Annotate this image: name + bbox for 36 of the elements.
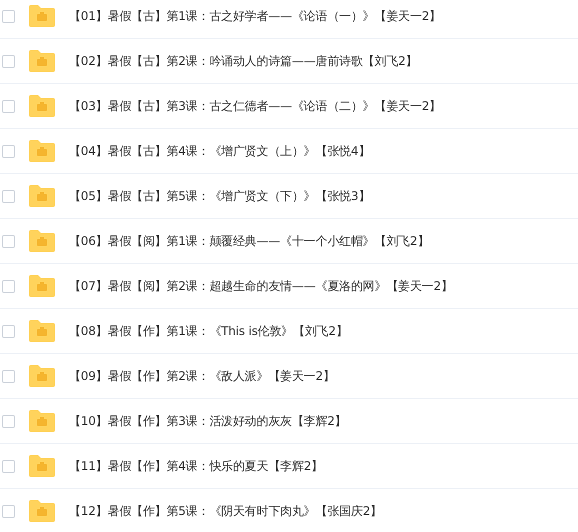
folder-name[interactable]: 【09】暑假【作】第2课：《敌人派》【姜天一2】 xyxy=(69,368,335,384)
checkbox[interactable] xyxy=(2,234,15,248)
folder-icon xyxy=(29,140,55,162)
folder-name[interactable]: 【10】暑假【作】第3课：活泼好动的灰灰【李辉2】 xyxy=(69,412,347,430)
checkbox[interactable] xyxy=(2,100,15,112)
checkbox[interactable] xyxy=(2,414,15,428)
folder-name[interactable]: 【12】暑假【作】第5课：《阴天有时下肉丸》【张国庆2】 xyxy=(69,502,382,520)
checkbox[interactable] xyxy=(2,54,15,68)
folder-icon xyxy=(29,320,55,342)
checkbox[interactable] xyxy=(2,280,15,292)
folder-name[interactable]: 【06】暑假【阅】第1课：颠覆经典——《十一个小红帽》【刘飞2】 xyxy=(69,232,430,250)
folder-icon xyxy=(29,230,55,252)
checkbox[interactable] xyxy=(2,10,15,22)
folder-name[interactable]: 【01】暑假【古】第1课：古之好学者——《论语（一）》【姜天一2】 xyxy=(69,8,441,24)
folder-icon xyxy=(29,5,55,27)
folder-icon xyxy=(29,50,55,72)
folder-icon xyxy=(29,365,55,387)
checkbox[interactable] xyxy=(2,460,15,472)
folder-icon xyxy=(29,275,55,297)
folder-name[interactable]: 【08】暑假【作】第1课：《This is伦敦》【刘飞2】 xyxy=(69,322,348,340)
checkbox[interactable] xyxy=(2,504,15,518)
folder-icon xyxy=(29,455,55,477)
folder-name[interactable]: 【07】暑假【阅】第2课：超越生命的友情——《夏洛的网》【姜天一2】 xyxy=(69,278,453,294)
folder-name[interactable]: 【04】暑假【古】第4课：《增广贤文（上）》【张悦4】 xyxy=(69,142,370,160)
checkbox[interactable] xyxy=(2,370,15,382)
folder-icon xyxy=(29,500,55,522)
checkbox[interactable] xyxy=(2,324,15,338)
folder-icon xyxy=(29,410,55,432)
folder-name[interactable]: 【02】暑假【古】第2课：吟诵动人的诗篇——唐前诗歌【刘飞2】 xyxy=(69,52,418,70)
folder-name[interactable]: 【05】暑假【古】第5课：《增广贤文（下）》【张悦3】 xyxy=(69,188,370,204)
folder-icon xyxy=(29,185,55,207)
folder-name[interactable]: 【03】暑假【古】第3课：古之仁德者——《论语（二）》【姜天一2】 xyxy=(69,98,441,114)
checkbox[interactable] xyxy=(2,190,15,202)
folder-icon xyxy=(29,95,55,117)
checkbox[interactable] xyxy=(2,144,15,158)
folder-name[interactable]: 【11】暑假【作】第4课：快乐的夏天【李辉2】 xyxy=(69,458,323,474)
